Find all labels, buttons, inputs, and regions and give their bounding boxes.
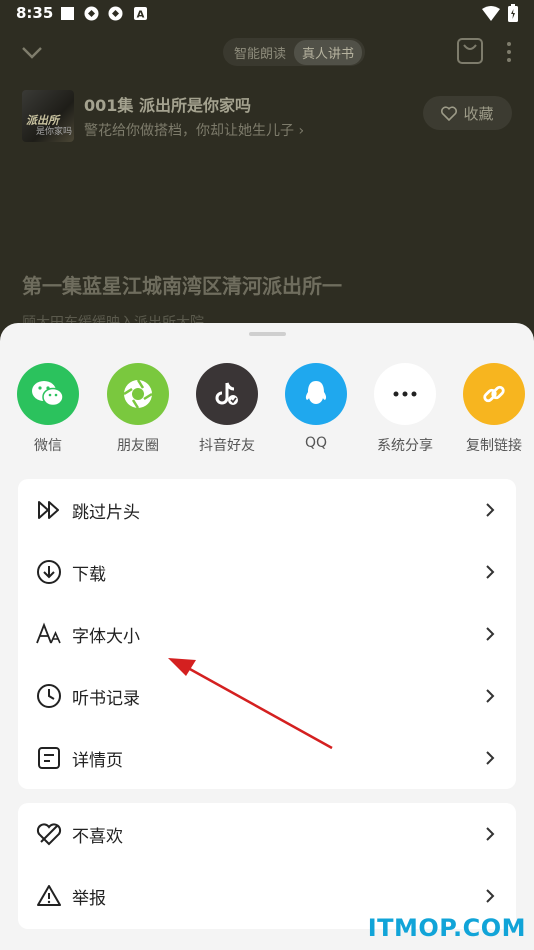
read-mode-switch: 智能朗读 真人讲书 xyxy=(223,38,366,66)
share-label: 抖音好友 xyxy=(199,438,255,454)
menu-item-download[interactable]: 下载 xyxy=(18,541,516,603)
a-notification-icon: A xyxy=(134,7,147,21)
share-label: 系统分享 xyxy=(377,438,433,454)
share-row: 微信 朋友圈 抖音好友 QQ 系统分享 复制链接 xyxy=(0,363,534,459)
wifi-icon xyxy=(482,6,500,21)
menu-label: 听书记录 xyxy=(72,688,140,709)
book-subtitle[interactable]: 警花给你做搭档，你却让她生儿子 › xyxy=(84,120,304,140)
cover-subtitle: 是你家吗 xyxy=(36,127,73,137)
heart-icon xyxy=(441,105,458,121)
douyin-icon xyxy=(196,363,258,425)
share-douyin[interactable]: 抖音好友 xyxy=(187,363,267,455)
chevron-down-icon[interactable] xyxy=(20,40,44,64)
details-icon xyxy=(38,747,60,769)
chevron-right-icon xyxy=(486,889,495,903)
share-label: 微信 xyxy=(34,438,62,454)
watermark: ITMOP.COM xyxy=(367,914,526,942)
chevron-right-icon xyxy=(486,751,495,765)
more-vertical-icon[interactable] xyxy=(504,40,514,64)
favorite-button[interactable]: 收藏 xyxy=(423,96,512,130)
menu-item-details[interactable]: 详情页 xyxy=(18,727,516,789)
menu-item-skip-intro[interactable]: 跳过片头 xyxy=(18,479,516,541)
player-topbar: 智能朗读 真人讲书 xyxy=(0,36,534,68)
menu-label: 举报 xyxy=(72,888,106,909)
bookshelf-curve xyxy=(463,44,477,50)
share-label: 朋友圈 xyxy=(117,438,159,454)
menu-label: 详情页 xyxy=(72,750,123,771)
chevron-right-icon xyxy=(486,689,495,703)
svg-text:A: A xyxy=(137,10,145,21)
menu-label: 字体大小 xyxy=(72,626,140,647)
font-size-icon xyxy=(36,622,61,644)
share-qq[interactable]: QQ xyxy=(276,363,356,451)
status-time: 8:35 xyxy=(16,4,54,22)
warning-icon xyxy=(37,885,61,906)
share-copy-link[interactable]: 复制链接 xyxy=(454,363,534,455)
bookshelf-icon[interactable] xyxy=(457,38,483,64)
battery-icon xyxy=(508,4,518,22)
chevron-right-icon xyxy=(486,627,495,641)
more-share-icon xyxy=(374,363,436,425)
share-label: 复制链接 xyxy=(466,438,522,454)
status-bar: 8:35 A xyxy=(0,0,534,28)
download-icon xyxy=(37,560,61,584)
tab-smart-read[interactable]: 智能朗读 xyxy=(226,40,294,65)
share-label: QQ xyxy=(304,435,328,451)
menu-label: 下载 xyxy=(72,564,106,585)
history-icon xyxy=(37,684,61,708)
favorite-label: 收藏 xyxy=(463,104,494,123)
share-moments[interactable]: 朋友圈 xyxy=(98,363,178,455)
episode-title: 001集 派出所是你家吗 xyxy=(84,96,251,115)
menu-card-secondary: 不喜欢 举报 xyxy=(18,803,516,929)
menu-item-dislike[interactable]: 不喜欢 xyxy=(18,803,516,865)
sheet-handle[interactable] xyxy=(249,332,286,336)
dislike-icon xyxy=(36,823,62,846)
share-system[interactable]: 系统分享 xyxy=(365,363,445,455)
app-notification-icon xyxy=(84,6,99,21)
book-info[interactable]: 派出所 是你家吗 001集 派出所是你家吗 警花给你做搭档，你却让她生儿子 › … xyxy=(22,90,512,142)
qq-icon xyxy=(285,363,347,425)
skip-intro-icon xyxy=(38,501,59,519)
menu-label: 不喜欢 xyxy=(72,826,123,847)
menu-item-history[interactable]: 听书记录 xyxy=(18,665,516,727)
chevron-right-icon xyxy=(486,827,495,841)
app-notification-icon-2 xyxy=(108,6,123,21)
wechat-icon xyxy=(17,363,79,425)
menu-label: 跳过片头 xyxy=(72,502,140,523)
moments-icon xyxy=(107,363,169,425)
book-cover: 派出所 是你家吗 xyxy=(22,90,74,142)
chevron-right-icon xyxy=(486,565,495,579)
chevron-right-icon xyxy=(486,503,495,517)
menu-item-font-size[interactable]: 字体大小 xyxy=(18,603,516,665)
chapter-title: 第一集蓝星江城南湾区清河派出所一 xyxy=(22,274,342,298)
share-wechat[interactable]: 微信 xyxy=(8,363,88,455)
bottom-sheet: 微信 朋友圈 抖音好友 QQ 系统分享 复制链接 跳过片头 下载 字体大小 听书… xyxy=(0,323,534,950)
tab-human-read[interactable]: 真人讲书 xyxy=(294,39,363,65)
menu-card-main: 跳过片头 下载 字体大小 听书记录 详情页 xyxy=(18,479,516,789)
notification-icon xyxy=(61,7,74,20)
link-icon xyxy=(463,363,525,425)
